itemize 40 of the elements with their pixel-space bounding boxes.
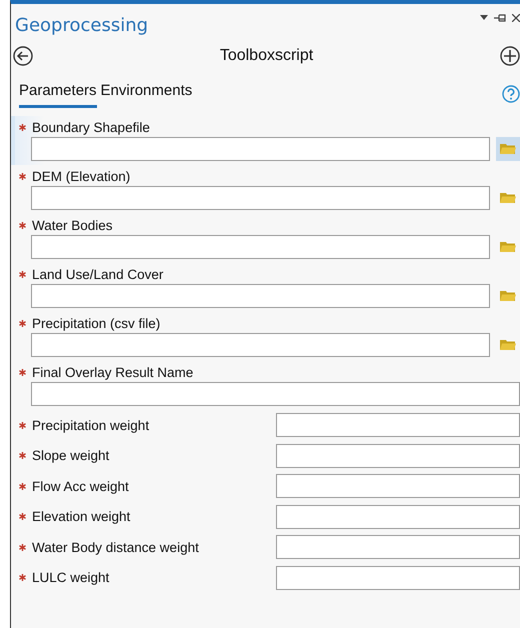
input-field[interactable] — [31, 284, 490, 308]
pin-icon[interactable] — [494, 14, 506, 22]
parameter-label: LULC weight — [32, 570, 110, 586]
dropdown-icon[interactable] — [480, 15, 488, 21]
parameter-label: Slope weight — [32, 448, 110, 464]
input-field[interactable] — [276, 474, 520, 498]
parameter-label: Elevation weight — [32, 509, 130, 524]
folder-icon — [500, 192, 516, 204]
help-icon[interactable] — [502, 85, 520, 103]
input-field[interactable] — [276, 413, 520, 438]
parameter-label: Water Bodies — [32, 218, 113, 232]
input-field[interactable] — [31, 186, 490, 210]
tab[interactable]: Environments — [100, 80, 192, 108]
input-field[interactable] — [31, 235, 490, 259]
parameter-label: Land Use/Land Cover — [32, 266, 164, 282]
pane-title: Geoprocessing — [15, 14, 148, 36]
parameter-label: DEM (Elevation) — [32, 168, 130, 184]
tab[interactable]: Parameters — [19, 80, 97, 108]
input-field[interactable] — [31, 137, 490, 161]
parameter-label: Final Overlay Result Name — [32, 364, 194, 380]
input-field[interactable] — [276, 535, 520, 560]
parameter-label: Boundary Shapefile — [32, 120, 150, 134]
parameter-label: Flow Acc weight — [32, 478, 129, 494]
parameter-label: Precipitation weight — [32, 418, 150, 433]
parameter-label: Precipitation (csv file) — [32, 316, 160, 330]
add-icon[interactable] — [500, 46, 520, 66]
input-field[interactable] — [31, 333, 490, 357]
close-icon[interactable] — [512, 14, 520, 22]
tool-title: Toolboxscript — [220, 47, 314, 65]
browse-button[interactable] — [496, 137, 520, 161]
folder-icon — [500, 241, 516, 253]
input-field[interactable] — [31, 382, 520, 406]
folder-icon — [500, 290, 516, 302]
input-field[interactable] — [276, 504, 520, 529]
folder-icon — [500, 143, 516, 155]
parameter-label: Water Body distance weight — [32, 540, 199, 555]
folder-icon — [500, 339, 516, 351]
back-icon[interactable] — [13, 46, 33, 66]
input-field[interactable] — [276, 444, 520, 468]
input-field[interactable] — [276, 566, 520, 590]
